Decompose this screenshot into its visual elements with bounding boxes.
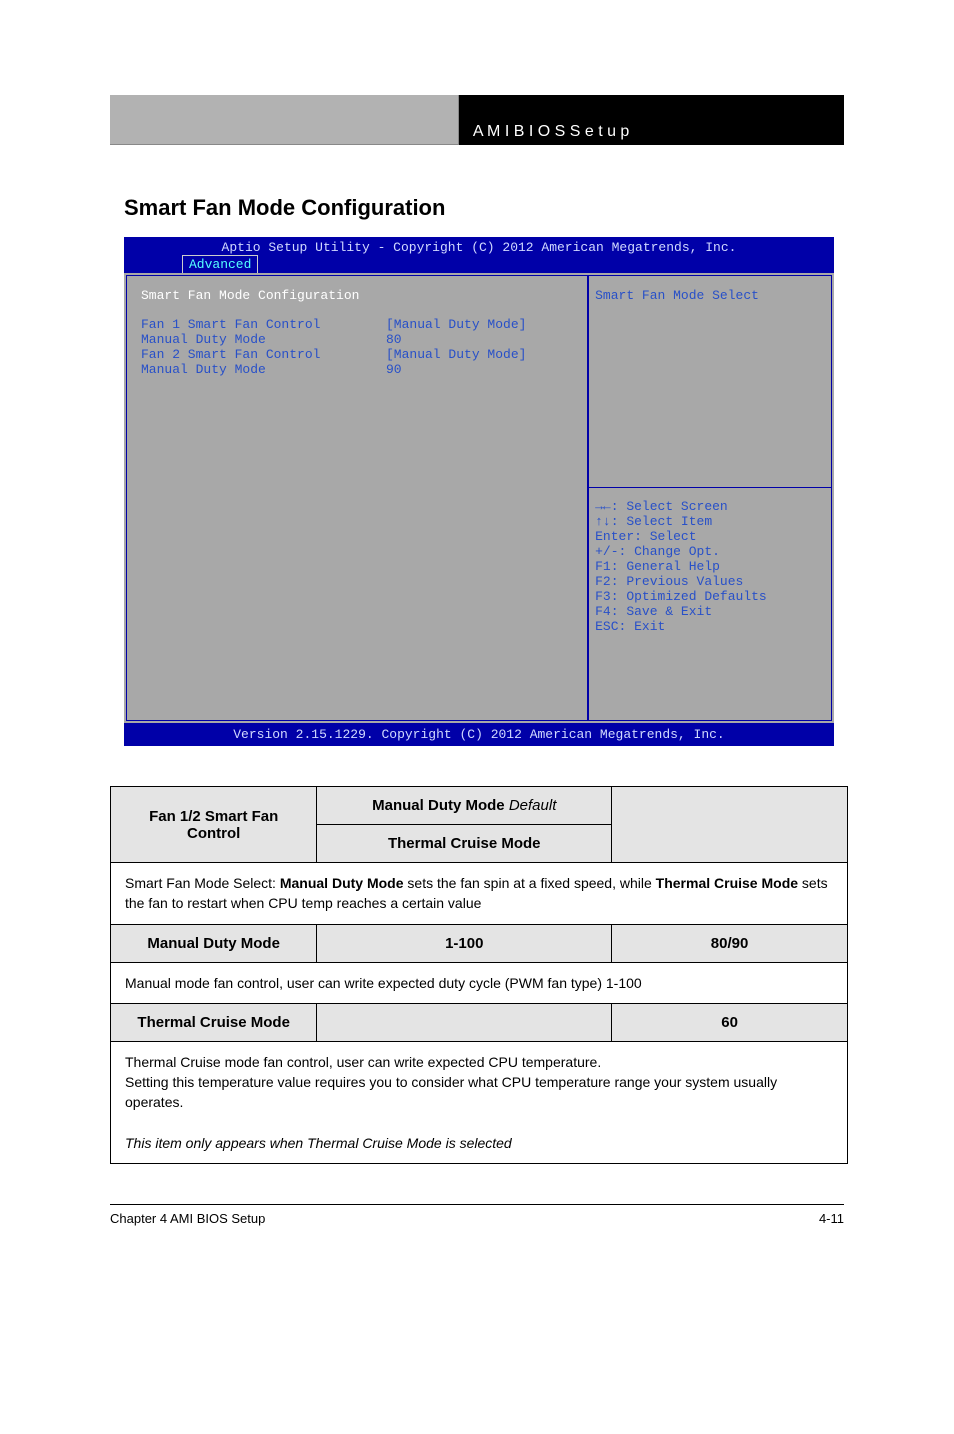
bios-key-hint: +/-: Change Opt. (595, 545, 825, 560)
bios-title: Aptio Setup Utility - Copyright (C) 2012… (124, 237, 834, 255)
desc-row: Smart Fan Mode Select: Manual Duty Mode … (111, 863, 848, 925)
footer-page: 4-11 (819, 1211, 844, 1226)
bios-row[interactable]: Fan 2 Smart Fan Control [Manual Duty Mod… (141, 347, 575, 362)
bios-key-hint: Enter: Select (595, 530, 825, 545)
bios-key-hint: F4: Save & Exit (595, 605, 825, 620)
th-value (317, 1003, 612, 1041)
bios-row-value: [Manual Duty Mode] (386, 347, 526, 362)
bios-row[interactable]: Manual Duty Mode 90 (141, 362, 575, 377)
desc-row: Manual mode fan control, user can write … (111, 962, 848, 1003)
th-default: 60 (612, 1003, 848, 1041)
bios-row-value: [Manual Duty Mode] (386, 317, 526, 332)
bios-key-hint: F1: General Help (595, 560, 825, 575)
bios-left-panel: Smart Fan Mode Configuration Fan 1 Smart… (126, 275, 588, 721)
th-option: Manual Duty Mode (111, 924, 317, 962)
settings-table: Fan 1/2 Smart Fan Control Manual Duty Mo… (110, 786, 848, 1164)
bios-tab-advanced[interactable]: Advanced (182, 255, 258, 273)
bios-row-value: 90 (386, 362, 402, 377)
bios-key-hint: F3: Optimized Defaults (595, 590, 825, 605)
bios-key-hint: →←: Select Screen (595, 500, 825, 515)
bios-screenshot: Aptio Setup Utility - Copyright (C) 2012… (124, 237, 834, 746)
bios-row-label: Manual Duty Mode (141, 332, 386, 347)
th-default-note (612, 787, 848, 863)
bios-row-label: Fan 1 Smart Fan Control (141, 317, 386, 332)
th-option: Thermal Cruise Mode (111, 1003, 317, 1041)
th-default: 80/90 (612, 924, 848, 962)
section-title: Smart Fan Mode Configuration (124, 195, 954, 221)
page-footer: Chapter 4 AMI BIOS Setup 4-11 (110, 1211, 844, 1226)
bios-row-label: Fan 2 Smart Fan Control (141, 347, 386, 362)
th-value-b: Thermal Cruise Mode (317, 825, 612, 863)
footer-rule (110, 1204, 844, 1205)
bios-keys-panel: →←: Select Screen ↑↓: Select Item Enter:… (588, 487, 832, 721)
bios-row[interactable]: Fan 1 Smart Fan Control [Manual Duty Mod… (141, 317, 575, 332)
header-right-title: A M I B I O S S e t u p (459, 95, 844, 145)
bios-left-heading: Smart Fan Mode Configuration (141, 288, 575, 303)
desc-row: Thermal Cruise mode fan control, user ca… (111, 1041, 848, 1163)
footer-chapter: Chapter 4 AMI BIOS Setup (110, 1211, 265, 1226)
th-value-a: Manual Duty Mode Default (317, 787, 612, 825)
bios-footer: Version 2.15.1229. Copyright (C) 2012 Am… (124, 723, 834, 746)
bios-key-hint: ↑↓: Select Item (595, 515, 825, 530)
bios-row-value: 80 (386, 332, 402, 347)
bios-row-label: Manual Duty Mode (141, 362, 386, 377)
page-header: A M I B I O S S e t u p (110, 95, 844, 145)
bios-help-panel: Smart Fan Mode Select (588, 275, 832, 487)
header-left-blank (110, 95, 459, 145)
bios-key-hint: F2: Previous Values (595, 575, 825, 590)
bios-key-hint: ESC: Exit (595, 620, 825, 635)
th-option: Fan 1/2 Smart Fan Control (111, 787, 317, 863)
bios-row[interactable]: Manual Duty Mode 80 (141, 332, 575, 347)
th-value: 1-100 (317, 924, 612, 962)
